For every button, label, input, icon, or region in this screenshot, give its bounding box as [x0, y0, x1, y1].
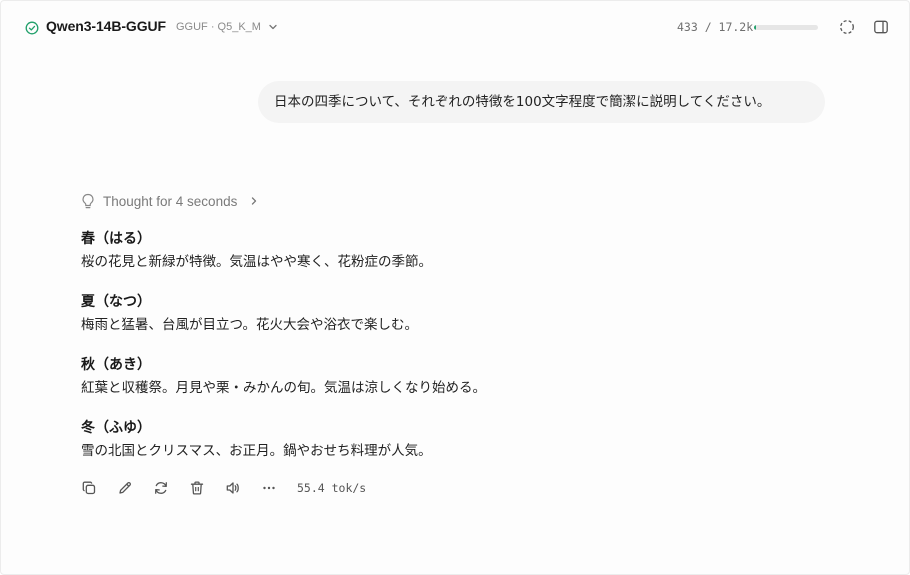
token-count: 433 / 17.2k	[677, 20, 754, 34]
token-usage-bar	[754, 25, 818, 30]
copy-button[interactable]	[79, 478, 99, 498]
lightbulb-icon	[82, 193, 94, 208]
season-description: 紅葉と収穫祭。月見や栗・みかんの旬。気温は涼しくなり始める。	[81, 380, 486, 396]
app-frame: Qwen3-14B-GGUF GGUF · Q5_K_M 433 / 17.2k…	[0, 0, 910, 575]
season-block: 夏（なつ） 梅雨と猛暑、台風が目立つ。花火大会や浴衣で楽しむ。	[81, 291, 861, 338]
assistant-answer: 春（はる） 桜の花見と新緑が特徴。気温はやや寒く、花粉症の季節。 夏（なつ） 梅…	[81, 228, 861, 480]
season-block: 春（はる） 桜の花見と新緑が特徴。気温はやや寒く、花粉症の季節。	[81, 228, 861, 275]
delete-button[interactable]	[187, 478, 207, 498]
season-block: 秋（あき） 紅葉と収穫祭。月見や栗・みかんの旬。気温は涼しくなり始める。	[81, 354, 861, 401]
regenerate-icon	[155, 482, 167, 494]
chevron-down-icon[interactable]	[267, 21, 279, 33]
sidebar-toggle-icon[interactable]	[872, 18, 890, 36]
season-description: 雪の北国とクリスマス、お正月。鍋やおせち料理が人気。	[81, 443, 432, 459]
dashed-circle-icon[interactable]	[838, 18, 856, 36]
edit-button[interactable]	[115, 478, 135, 498]
edit-icon	[119, 482, 131, 494]
season-title: 夏（なつ）	[81, 294, 151, 310]
model-meta[interactable]: GGUF · Q5_K_M	[176, 21, 261, 33]
header: Qwen3-14B-GGUF GGUF · Q5_K_M 433 / 17.2k	[1, 1, 910, 53]
read-aloud-button[interactable]	[223, 478, 243, 498]
tokens-per-second: 55.4 tok/s	[297, 481, 367, 495]
user-message: 日本の四季について、それぞれの特徴を100文字程度で簡潔に説明してください。	[258, 81, 825, 123]
token-usage-fill	[754, 25, 756, 30]
season-title: 春（はる）	[81, 231, 151, 247]
delete-icon	[190, 481, 204, 495]
regenerate-button[interactable]	[151, 478, 171, 498]
season-description: 桜の花見と新緑が特徴。気温はやや寒く、花粉症の季節。	[81, 254, 432, 270]
season-block: 冬（ふゆ） 雪の北国とクリスマス、お正月。鍋やおせち料理が人気。	[81, 417, 861, 464]
thought-toggle[interactable]: Thought for 4 seconds	[81, 191, 267, 211]
speaker-icon	[226, 482, 239, 494]
message-actions: 55.4 tok/s	[79, 477, 366, 499]
model-name[interactable]: Qwen3-14B-GGUF	[46, 18, 166, 34]
more-icon	[263, 486, 275, 490]
check-circle-icon	[25, 21, 39, 35]
copy-icon	[82, 481, 96, 495]
more-button[interactable]	[259, 478, 279, 498]
season-description: 梅雨と猛暑、台風が目立つ。花火大会や浴衣で楽しむ。	[81, 317, 418, 333]
season-title: 秋（あき）	[81, 357, 151, 373]
thought-label: Thought for 4 seconds	[103, 193, 238, 209]
season-title: 冬（ふゆ）	[81, 420, 151, 436]
chevron-right-icon	[252, 197, 257, 205]
